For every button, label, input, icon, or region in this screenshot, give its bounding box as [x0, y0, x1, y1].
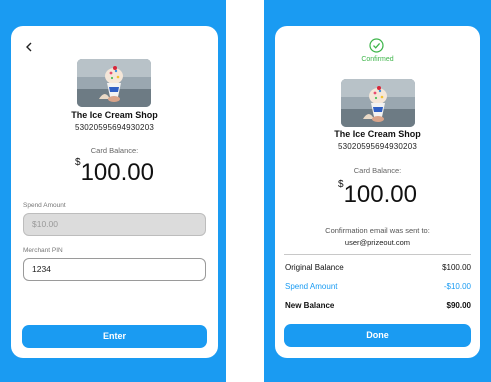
enter-button[interactable]: Enter: [22, 325, 207, 348]
original-balance-label: Original Balance: [285, 263, 344, 272]
card-number: 53020595694930203: [74, 123, 155, 132]
balance-value: 100.00: [80, 159, 154, 186]
shop-name: The Ice Cream Shop: [334, 129, 421, 139]
shop-image: [341, 79, 415, 127]
balance-amount: $100.00: [275, 179, 480, 209]
redeem-card: The Ice Cream Shop 53020595694930203 Car…: [11, 26, 218, 358]
spend-amount-label: Spend Amount: [23, 202, 66, 209]
redeem-panel: The Ice Cream Shop 53020595694930203 Car…: [0, 0, 226, 382]
currency-symbol: $: [338, 179, 344, 190]
confirmed-label: Confirmed: [361, 56, 394, 63]
merchant-pin-field[interactable]: 1234: [23, 258, 206, 281]
original-balance-value: $100.00: [442, 263, 471, 272]
card-number: 53020595694930203: [337, 142, 418, 151]
spend-amount-label: Spend Amount: [285, 282, 338, 291]
confirmation-email-text: Confirmation email was sent to:: [325, 226, 430, 235]
confirmation-email: user@prizeout.com: [344, 238, 411, 247]
confirmation-card: Confirmed The Ice Cream Shop 53020595694…: [275, 26, 480, 358]
balance-amount: $100.00: [11, 157, 218, 187]
shop-image: [77, 59, 151, 107]
done-button[interactable]: Done: [284, 324, 471, 347]
new-balance-value: $90.00: [446, 301, 471, 310]
shop-name: The Ice Cream Shop: [71, 110, 158, 120]
balance-value: 100.00: [343, 181, 417, 208]
divider: [284, 254, 471, 255]
balance-label: Card Balance:: [90, 146, 139, 155]
chevron-left-icon[interactable]: [25, 40, 33, 54]
spend-amount-field[interactable]: $10.00: [23, 213, 206, 236]
check-circle-icon: [369, 38, 384, 53]
new-balance-label: New Balance: [285, 301, 335, 310]
balance-label: Card Balance:: [353, 166, 402, 175]
confirmation-panel: Confirmed The Ice Cream Shop 53020595694…: [264, 0, 491, 382]
currency-symbol: $: [75, 157, 81, 168]
merchant-pin-label: Merchant PIN: [23, 247, 63, 254]
spend-amount-value: -$10.00: [443, 282, 471, 291]
